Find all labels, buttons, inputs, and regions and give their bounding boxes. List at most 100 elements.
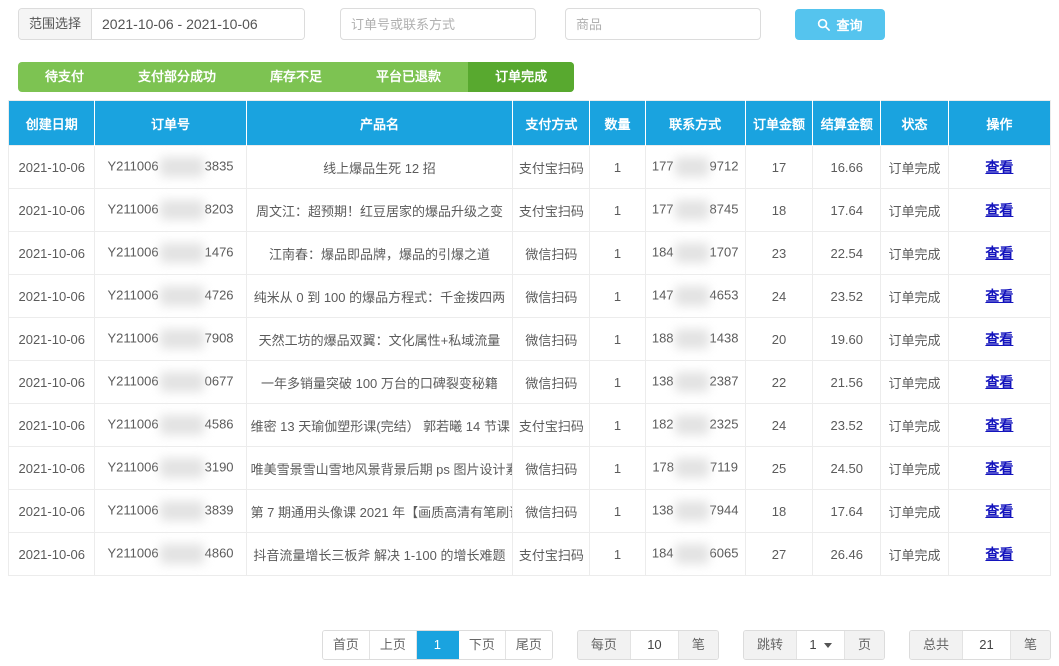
first-page-button[interactable]: 首页 <box>323 631 370 659</box>
masked-text <box>160 329 204 349</box>
cell-action: 查看 <box>948 232 1050 275</box>
cell-status: 订单完成 <box>881 318 949 361</box>
cell-status: 订单完成 <box>881 189 949 232</box>
view-link[interactable]: 查看 <box>985 288 1013 304</box>
date-range-label: 范围选择 <box>19 9 92 39</box>
cell-settle-amount: 17.64 <box>813 189 881 232</box>
tab-5[interactable]: 订单完成 <box>468 62 574 92</box>
cell-payment-method: 支付宝扫码 <box>513 404 590 447</box>
cell-create-date: 2021-10-06 <box>9 361 95 404</box>
jump-group: 跳转 1 页 <box>743 630 885 660</box>
product-input[interactable] <box>565 8 761 40</box>
view-link[interactable]: 查看 <box>985 202 1013 218</box>
view-link[interactable]: 查看 <box>985 245 1013 261</box>
status-tabs: 待支付支付部分成功库存不足平台已退款订单完成 <box>18 62 574 92</box>
cell-create-date: 2021-10-06 <box>9 447 95 490</box>
jump-label: 跳转 <box>744 631 796 659</box>
cell-action: 查看 <box>948 404 1050 447</box>
cell-status: 订单完成 <box>881 146 949 189</box>
total-unit: 笔 <box>1010 631 1050 659</box>
masked-text <box>160 243 204 263</box>
cell-order-amount: 20 <box>745 318 813 361</box>
cell-product-name: 抖音流量增长三板斧 解决 1-100 的增长难题 <box>246 533 513 576</box>
cell-contact: 1822325 <box>645 404 745 447</box>
cell-product-name: 一年多销量突破 100 万台的口碑裂变秘籍 <box>246 361 513 404</box>
cell-action: 查看 <box>948 146 1050 189</box>
cell-quantity: 1 <box>590 189 645 232</box>
view-link[interactable]: 查看 <box>985 331 1013 347</box>
orders-table: 创建日期订单号产品名支付方式数量联系方式订单金额结算金额状态操作 2021-10… <box>8 100 1051 576</box>
masked-text <box>160 415 204 435</box>
cell-create-date: 2021-10-06 <box>9 533 95 576</box>
tab-2[interactable]: 支付部分成功 <box>111 62 243 92</box>
cell-create-date: 2021-10-06 <box>9 404 95 447</box>
tab-3[interactable]: 库存不足 <box>243 62 349 92</box>
cell-create-date: 2021-10-06 <box>9 146 95 189</box>
cell-action: 查看 <box>948 533 1050 576</box>
cell-settle-amount: 17.64 <box>813 490 881 533</box>
view-link[interactable]: 查看 <box>985 503 1013 519</box>
cell-settle-amount: 23.52 <box>813 275 881 318</box>
column-header: 操作 <box>948 101 1050 146</box>
table-row: 2021-10-06Y2110063190唯美雪景雪山雪地风景背景后期 ps 图… <box>9 447 1051 490</box>
cell-contact: 1779712 <box>645 146 745 189</box>
cell-quantity: 1 <box>590 318 645 361</box>
tab-4[interactable]: 平台已退款 <box>349 62 468 92</box>
view-link[interactable]: 查看 <box>985 417 1013 433</box>
view-link[interactable]: 查看 <box>985 460 1013 476</box>
last-page-button[interactable]: 尾页 <box>506 631 552 659</box>
cell-product-name: 天然工坊的爆品双翼：文化属性+私域流量 <box>246 318 513 361</box>
jump-page-value: 1 <box>809 631 816 659</box>
tab-1[interactable]: 待支付 <box>18 62 111 92</box>
cell-product-name: 江南春：爆品即品牌，爆品的引爆之道 <box>246 232 513 275</box>
cell-action: 查看 <box>948 275 1050 318</box>
cell-quantity: 1 <box>590 146 645 189</box>
cell-order-number: Y2110064860 <box>95 533 246 576</box>
cell-payment-method: 支付宝扫码 <box>513 146 590 189</box>
cell-settle-amount: 21.56 <box>813 361 881 404</box>
cell-payment-method: 微信扫码 <box>513 361 590 404</box>
cell-contact: 1841707 <box>645 232 745 275</box>
cell-order-number: Y2110063190 <box>95 447 246 490</box>
cell-settle-amount: 24.50 <box>813 447 881 490</box>
cell-action: 查看 <box>948 361 1050 404</box>
cell-payment-method: 微信扫码 <box>513 275 590 318</box>
cell-settle-amount: 16.66 <box>813 146 881 189</box>
cell-order-number: Y2110067908 <box>95 318 246 361</box>
cell-settle-amount: 19.60 <box>813 318 881 361</box>
view-link[interactable]: 查看 <box>985 546 1013 562</box>
next-page-button[interactable]: 下页 <box>459 631 506 659</box>
per-page-input[interactable] <box>630 631 678 659</box>
jump-page-select[interactable]: 1 <box>796 631 844 659</box>
current-page-button[interactable]: 1 <box>417 631 459 659</box>
column-header: 创建日期 <box>9 101 95 146</box>
cell-payment-method: 微信扫码 <box>513 447 590 490</box>
table-row: 2021-10-06Y2110064860抖音流量增长三板斧 解决 1-100 … <box>9 533 1051 576</box>
search-button[interactable]: 查询 <box>795 9 885 40</box>
cell-contact: 1881438 <box>645 318 745 361</box>
cell-status: 订单完成 <box>881 275 949 318</box>
column-header: 状态 <box>881 101 949 146</box>
prev-page-button[interactable]: 上页 <box>370 631 417 659</box>
table-row: 2021-10-06Y2110063839第 7 期通用头像课 2021 年【画… <box>9 490 1051 533</box>
per-page-unit: 笔 <box>678 631 718 659</box>
order-or-contact-input[interactable] <box>340 8 536 40</box>
cell-quantity: 1 <box>590 490 645 533</box>
total-label: 总共 <box>910 631 962 659</box>
total-group: 总共 21 笔 <box>909 630 1051 660</box>
view-link[interactable]: 查看 <box>985 159 1013 175</box>
cell-payment-method: 支付宝扫码 <box>513 189 590 232</box>
date-range-input[interactable] <box>92 9 304 39</box>
cell-order-amount: 18 <box>745 490 813 533</box>
table-row: 2021-10-06Y2110067908天然工坊的爆品双翼：文化属性+私域流量… <box>9 318 1051 361</box>
view-link[interactable]: 查看 <box>985 374 1013 390</box>
cell-product-name: 第 7 期通用头像课 2021 年【画质高清有笔刷课件】 <box>246 490 513 533</box>
filter-bar: 范围选择 查询 <box>0 0 1059 40</box>
column-header: 订单金额 <box>745 101 813 146</box>
cell-action: 查看 <box>948 490 1050 533</box>
cell-contact: 1846065 <box>645 533 745 576</box>
cell-order-number: Y2110063839 <box>95 490 246 533</box>
table-row: 2021-10-06Y2110061476江南春：爆品即品牌，爆品的引爆之道微信… <box>9 232 1051 275</box>
cell-quantity: 1 <box>590 232 645 275</box>
cell-contact: 1387944 <box>645 490 745 533</box>
